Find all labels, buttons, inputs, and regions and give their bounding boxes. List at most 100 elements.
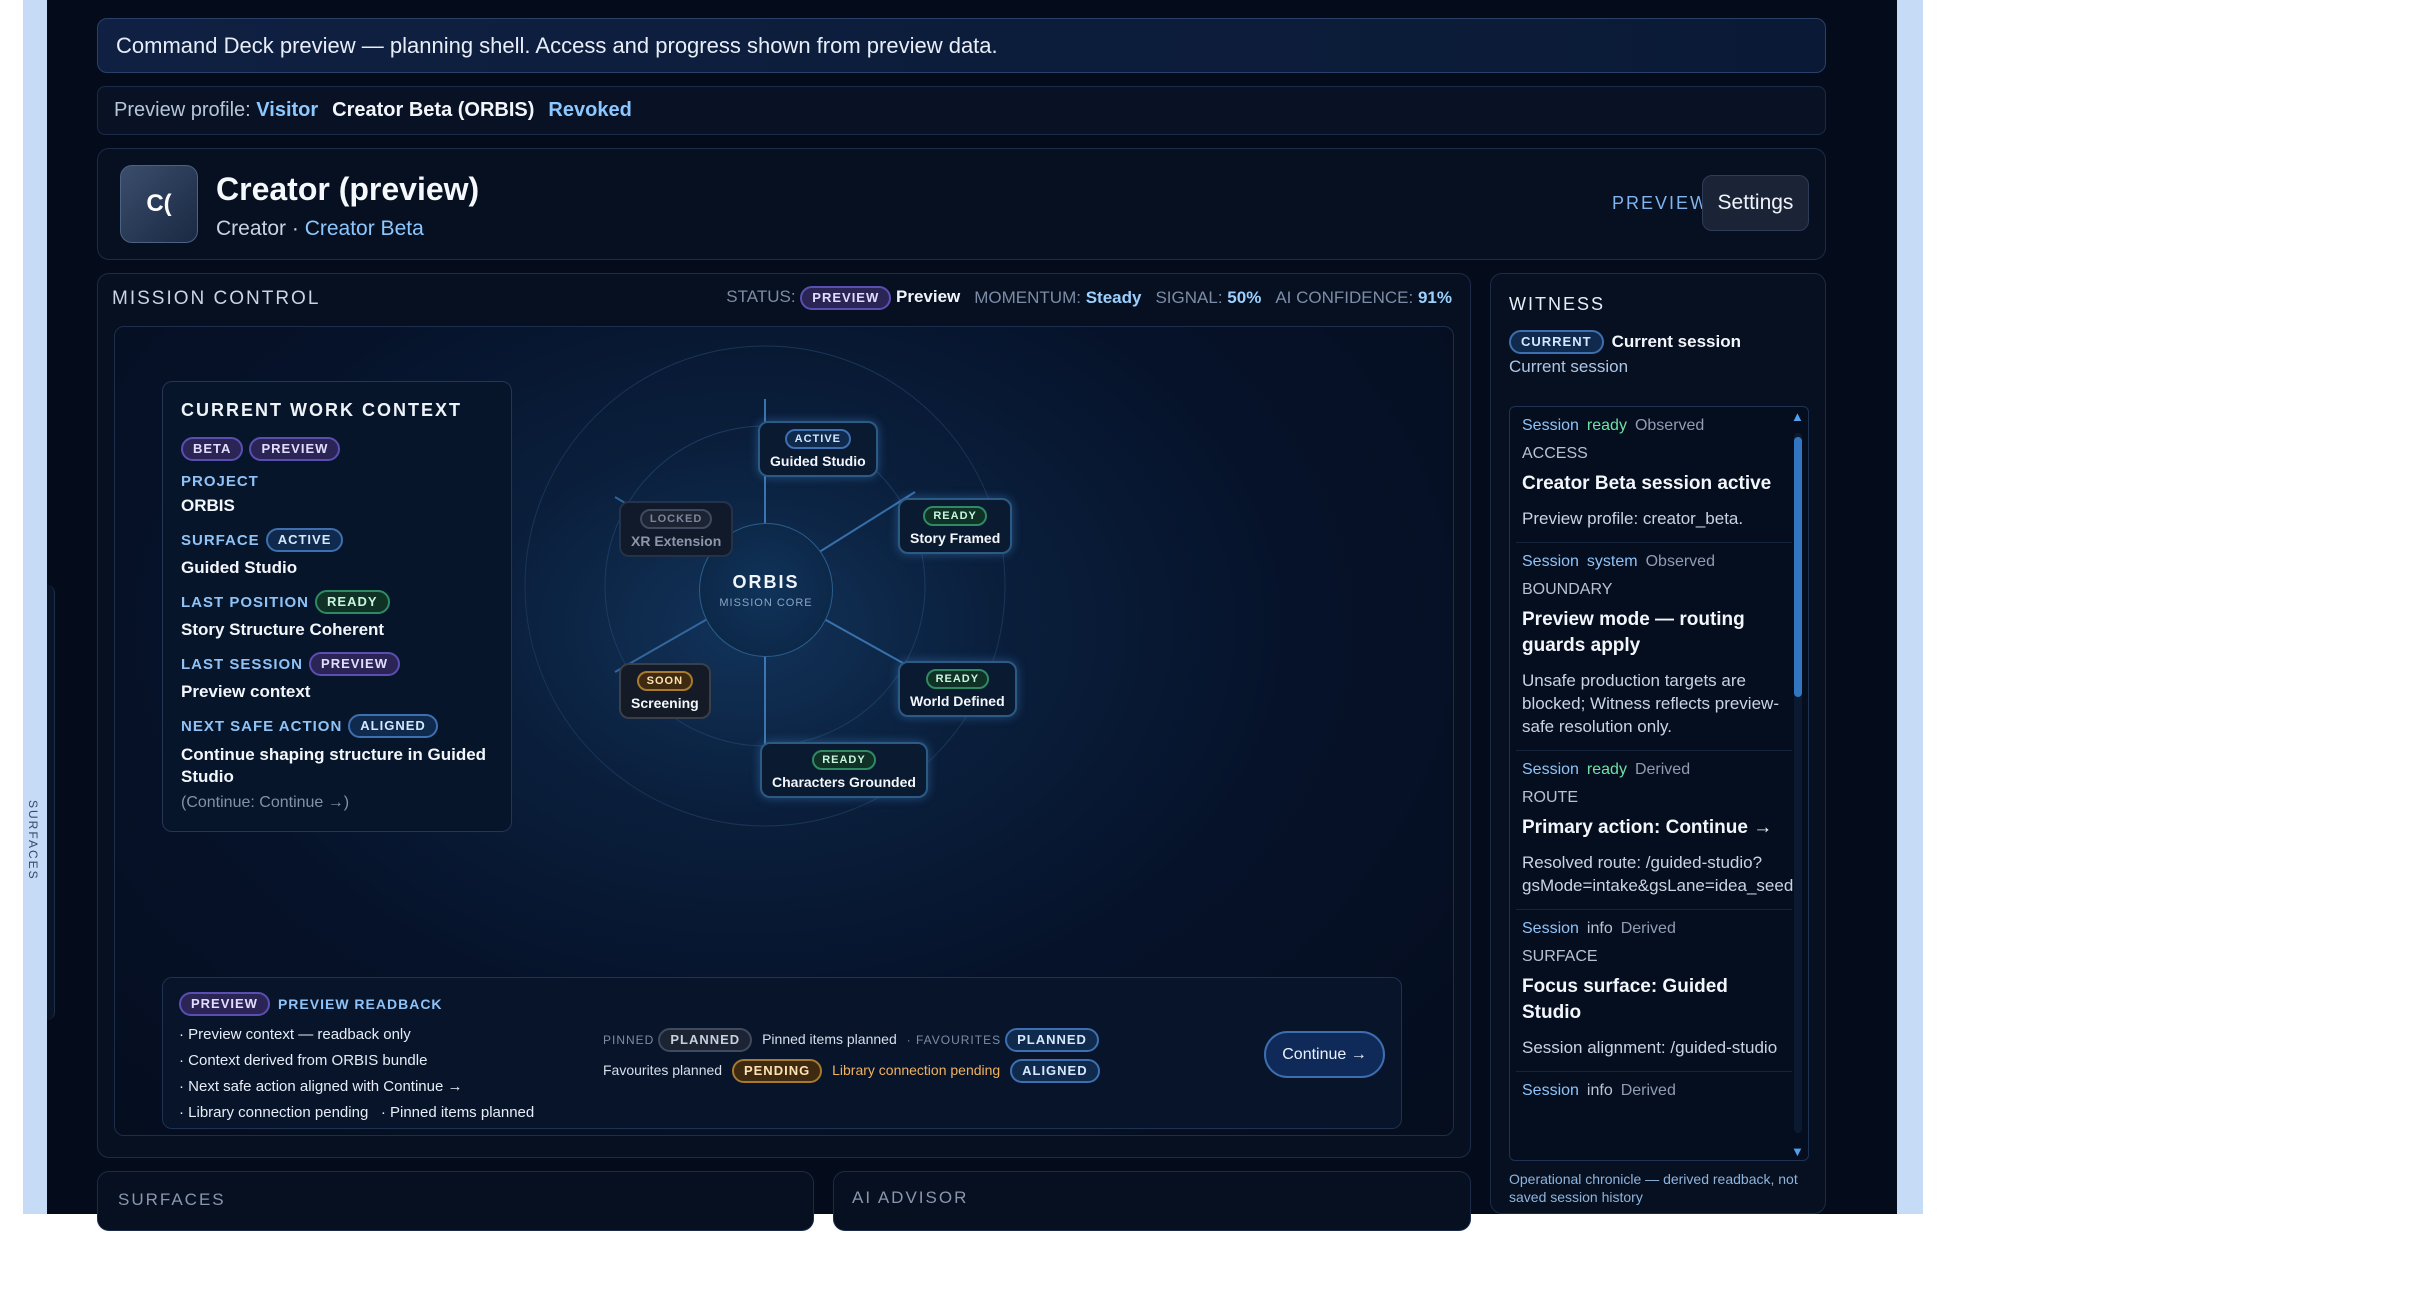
readback-header: PREVIEW PREVIEW READBACK (179, 992, 443, 1016)
entry-source: Session (1522, 761, 1579, 778)
profile-label: Preview profile: Visitor (114, 99, 319, 121)
scroll-up-icon[interactable]: ▲ (1791, 409, 1804, 424)
list-item: Session system Observed BOUNDARY Preview m… (1516, 543, 1792, 751)
momentum-stat: MOMENTUM: Steady (974, 288, 1142, 307)
library-badge: PENDING (731, 1059, 823, 1083)
node-badge: SOON (636, 671, 694, 691)
readback-line: · Library connection pending · Pinned it… (179, 1104, 535, 1121)
witness-log[interactable]: Session ready Observed ACCESS Creator Beta… (1509, 406, 1809, 1161)
surfaces-rail[interactable] (47, 585, 55, 1020)
node-label: Characters Grounded (772, 774, 916, 790)
entry-kind: Observed (1645, 553, 1715, 570)
node-xr-extension[interactable]: LOCKED XR Extension (619, 501, 734, 557)
node-label: Guided Studio (770, 453, 866, 469)
entry-source: Session (1522, 1082, 1579, 1099)
witness-footer: Operational chronicle — derived readback… (1509, 1171, 1798, 1205)
page-title: Creator (preview) (216, 171, 480, 207)
surfaces-rail-label: SURFACES (26, 800, 40, 881)
library-text: Library connection pending (832, 1062, 1001, 1078)
node-label: World Defined (910, 693, 1005, 709)
status-stat: STATUS: PREVIEW Preview (726, 286, 960, 310)
entry-category: ACCESS (1522, 445, 1588, 462)
status-badge: PREVIEW (800, 286, 892, 310)
entry-source: Session (1522, 553, 1579, 570)
node-story-framed[interactable]: READY Story Framed (898, 498, 1013, 554)
role-line: Creator · Creator Beta (216, 217, 424, 240)
entry-category: SURFACE (1522, 948, 1598, 965)
list-item: Session info Derived (1516, 1072, 1792, 1122)
profile-bar: Preview profile: Visitor Creator Beta (O… (97, 86, 1826, 135)
entry-heading: Preview mode — routing guards apply (1522, 609, 1745, 656)
entry-kind: Derived (1620, 1082, 1676, 1099)
entry-source: Session (1522, 920, 1579, 937)
mission-stage: CURRENT WORK CONTEXT BETA PREVIEW PROJEC… (114, 326, 1454, 1136)
pinned-badge: PLANNED (658, 1028, 753, 1052)
current-title: Current session (1611, 332, 1741, 351)
node-screening[interactable]: SOON Screening (619, 663, 711, 719)
entry-body: Resolved route: /guided-studio?gsMode=in… (1522, 853, 1794, 895)
banner-text: Command Deck preview — planning shell. A… (116, 32, 998, 58)
witness-scrollbar[interactable]: ▲ ▼ (1790, 409, 1806, 1159)
mission-title: MISSION CONTROL (112, 288, 321, 309)
preview-banner: Command Deck preview — planning shell. A… (97, 18, 1826, 73)
continue-button[interactable]: Continue → (1264, 1031, 1385, 1078)
core-subtitle: MISSION CORE (719, 596, 813, 609)
role-link[interactable]: Creator Beta (305, 217, 424, 240)
mission-control-panel: MISSION CONTROL STATUS: PREVIEW Preview … (97, 273, 1471, 1158)
node-badge: READY (925, 669, 990, 689)
entry-status: info (1586, 920, 1613, 937)
avatar: C( (120, 165, 198, 243)
pinned-label: PINNED (603, 1033, 655, 1047)
readback-line: · Context derived from ORBIS bundle (179, 1052, 428, 1069)
node-world-defined[interactable]: READY World Defined (898, 661, 1017, 717)
core-title: ORBIS (732, 571, 800, 592)
pinned-text: Pinned items planned (762, 1031, 897, 1047)
signal-stat: SIGNAL: 50% (1155, 288, 1262, 307)
profile-visitor-link[interactable]: Visitor (256, 99, 318, 121)
settings-button[interactable]: Settings (1702, 175, 1809, 231)
entry-body: Unsafe production targets are blocked; W… (1522, 671, 1779, 736)
advisor-title: AI ADVISOR (852, 1188, 969, 1207)
entry-category: BOUNDARY (1522, 581, 1613, 598)
node-badge: READY (812, 750, 876, 770)
mission-stats: STATUS: PREVIEW Preview MOMENTUM: Steady… (726, 286, 1452, 310)
entry-kind: Derived (1620, 920, 1676, 937)
surfaces-title: SURFACES (118, 1190, 226, 1209)
ai-advisor-panel: AI ADVISOR (833, 1171, 1471, 1231)
node-badge: LOCKED (639, 509, 713, 529)
node-badge: ACTIVE (784, 429, 851, 449)
node-guided-studio[interactable]: ACTIVE Guided Studio (758, 421, 878, 477)
witness-panel: WITNESS CURRENT Current session Current … (1490, 273, 1826, 1214)
scroll-down-icon[interactable]: ▼ (1791, 1144, 1804, 1159)
current-badge: CURRENT (1509, 330, 1604, 354)
list-item: Session info Derived SURFACE Focus surface… (1516, 910, 1792, 1072)
entry-heading: Primary action: Continue → (1522, 817, 1773, 838)
aligned-badge: ALIGNED (1010, 1059, 1100, 1083)
preview-label: PREVIEW (1611, 193, 1709, 213)
readback-lines: · Preview context — readback only · Cont… (179, 1022, 534, 1126)
readback-line: · Preview context — readback only (179, 1026, 411, 1043)
entry-category: ROUTE (1522, 789, 1578, 806)
entry-body: Session alignment: /guided-studio (1522, 1038, 1778, 1057)
ai-confidence-stat: AI CONFIDENCE: 91% (1275, 288, 1452, 307)
list-item: Session ready Derived ROUTE Primary action… (1516, 751, 1794, 910)
entry-status: info (1586, 1082, 1613, 1099)
node-characters-grounded[interactable]: READY Characters Grounded (760, 742, 928, 798)
entry-source: Session (1522, 417, 1579, 434)
entry-status: ready (1586, 761, 1627, 778)
entry-body: Preview profile: creator_beta. (1522, 509, 1744, 528)
node-label: Screening (631, 695, 699, 711)
profile-revoked-link[interactable]: Revoked (548, 99, 631, 122)
witness-title: WITNESS (1509, 294, 1606, 314)
entry-kind: Derived (1634, 761, 1691, 778)
profile-creator-link[interactable]: Creator Beta (ORBIS) (332, 99, 534, 122)
entry-heading: Creator Beta session active (1522, 473, 1772, 494)
current-subtitle: Current session (1509, 357, 1629, 376)
node-label: XR Extension (631, 533, 722, 549)
readback-status-group: PINNED PLANNED Pinned items planned · FAV… (603, 1024, 1123, 1085)
scroll-thumb[interactable] (1794, 437, 1802, 697)
node-label: Story Framed (910, 530, 1001, 546)
list-item: Session ready Observed ACCESS Creator Beta… (1516, 407, 1792, 543)
favourites-text: Favourites planned (603, 1062, 723, 1078)
favourites-label: · FAVOURITES (906, 1033, 1002, 1047)
